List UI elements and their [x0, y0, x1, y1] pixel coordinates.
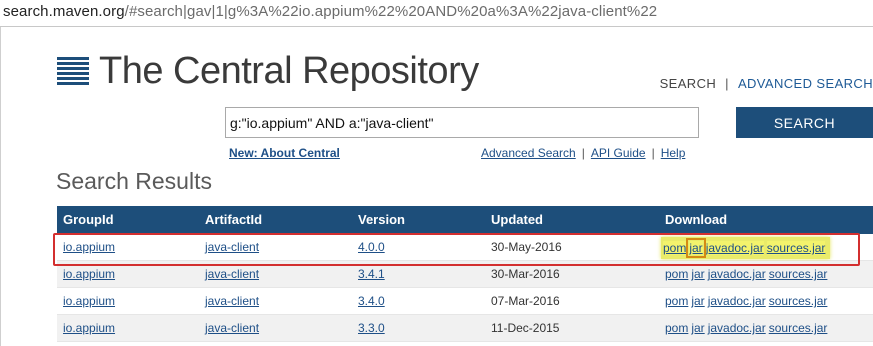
table-row: io.appium java-client 3.3.0 11-Dec-2015 pom j…: [57, 315, 873, 342]
artifact-id-link[interactable]: java-client: [205, 294, 259, 308]
updated-date: 30-May-2016: [491, 240, 562, 254]
download-javadoc-jar-link[interactable]: javadoc.jar: [708, 321, 766, 335]
version-link[interactable]: 3.4.1: [358, 267, 385, 281]
download-sources-jar-link[interactable]: sources.jar: [769, 321, 828, 335]
version-link[interactable]: 3.3.0: [358, 321, 385, 335]
download-javadoc-jar-link[interactable]: javadoc.jar: [708, 294, 766, 308]
group-id-cell: io.appium: [63, 234, 115, 260]
group-id-link[interactable]: io.appium: [63, 267, 115, 281]
table-row: io.appium java-client 3.4.0 07-Mar-2016 pom j…: [57, 288, 873, 315]
api-guide-link[interactable]: API Guide: [591, 146, 646, 160]
download-jar-link[interactable]: jar: [686, 238, 706, 258]
download-links: pom jar javadoc.jar sources.jar: [661, 237, 831, 259]
download-jar-link[interactable]: jar: [691, 294, 704, 308]
group-id-cell: io.appium: [63, 315, 115, 341]
download-links: pom jar javadoc.jar sources.jar: [665, 261, 830, 287]
version-cell: 3.3.0: [358, 315, 385, 341]
updated-date: 07-Mar-2016: [491, 294, 560, 308]
site-title: The Central Repository: [99, 50, 479, 92]
column-header-artifactid[interactable]: ArtifactId: [205, 206, 262, 234]
group-id-cell: io.appium: [63, 261, 115, 287]
table-row: io.appium java-client 3.4.1 30-Mar-2016 pom j…: [57, 261, 873, 288]
advanced-search-link[interactable]: Advanced Search: [481, 146, 576, 160]
artifact-id-link[interactable]: java-client: [205, 321, 259, 335]
nav-advanced-search-link[interactable]: ADVANCED SEARCH: [738, 76, 873, 91]
column-header-download: Download: [665, 212, 728, 227]
download-sources-jar-link[interactable]: sources.jar: [769, 294, 828, 308]
nav-separator: |: [725, 76, 729, 91]
download-javadoc-jar-link[interactable]: javadoc.jar: [708, 267, 766, 281]
artifact-id-cell: java-client: [205, 315, 259, 341]
search-input[interactable]: [225, 107, 699, 138]
top-navigation: SEARCH | ADVANCED SEARCH: [660, 76, 873, 91]
version-link[interactable]: 3.4.0: [358, 294, 385, 308]
group-id-link[interactable]: io.appium: [63, 294, 115, 308]
column-header-version[interactable]: Version: [358, 206, 405, 234]
address-url[interactable]: search.maven.org/#search|gav|1|g%3A%22io…: [3, 3, 657, 20]
version-cell: 4.0.0: [358, 234, 385, 260]
download-pom-link[interactable]: pom: [665, 267, 688, 281]
results-header-row: GroupId ArtifactId Version Updated Downl…: [57, 206, 873, 234]
artifact-id-cell: java-client: [205, 234, 259, 260]
results-table: GroupId ArtifactId Version Updated Downl…: [57, 206, 873, 342]
download-pom-link[interactable]: pom: [665, 321, 688, 335]
group-id-link[interactable]: io.appium: [63, 240, 115, 254]
table-row: io.appium java-client 4.0.0 30-May-2016 pom j…: [57, 234, 873, 261]
about-central-link[interactable]: New: About Central: [229, 146, 340, 160]
artifact-id-link[interactable]: java-client: [205, 240, 259, 254]
link-separator: |: [651, 146, 655, 160]
download-pom-link[interactable]: pom: [665, 294, 688, 308]
search-button[interactable]: SEARCH: [736, 107, 873, 138]
updated-date: 30-Mar-2016: [491, 267, 560, 281]
link-separator: |: [581, 146, 585, 160]
column-header-updated[interactable]: Updated: [491, 206, 543, 234]
results-body: io.appium java-client 4.0.0 30-May-2016 pom j…: [57, 234, 873, 342]
version-cell: 3.4.0: [358, 288, 385, 314]
artifact-id-cell: java-client: [205, 261, 259, 287]
artifact-id-cell: java-client: [205, 288, 259, 314]
updated-date: 11-Dec-2015: [491, 321, 560, 335]
help-link[interactable]: Help: [661, 146, 686, 160]
download-sources-jar-link[interactable]: sources.jar: [766, 241, 826, 255]
download-javadoc-jar-link[interactable]: javadoc.jar: [705, 241, 764, 255]
download-jar-link[interactable]: jar: [691, 321, 704, 335]
group-id-cell: io.appium: [63, 288, 115, 314]
stack-icon: [57, 57, 89, 85]
download-pom-link[interactable]: pom: [663, 241, 687, 255]
results-title: Search Results: [56, 168, 212, 194]
window-frame-edge: [0, 27, 1, 346]
group-id-link[interactable]: io.appium: [63, 321, 115, 335]
artifact-id-link[interactable]: java-client: [205, 267, 259, 281]
version-cell: 3.4.1: [358, 261, 385, 287]
browser-address-bar[interactable]: search.maven.org/#search|gav|1|g%3A%22io…: [0, 0, 873, 27]
column-header-groupid[interactable]: GroupId: [63, 206, 114, 234]
download-links: pom jar javadoc.jar sources.jar: [665, 288, 830, 314]
download-jar-link[interactable]: jar: [691, 267, 704, 281]
nav-search-link[interactable]: SEARCH: [660, 76, 717, 91]
version-link[interactable]: 4.0.0: [358, 240, 385, 254]
download-links: pom jar javadoc.jar sources.jar: [665, 315, 830, 341]
download-sources-jar-link[interactable]: sources.jar: [769, 267, 828, 281]
